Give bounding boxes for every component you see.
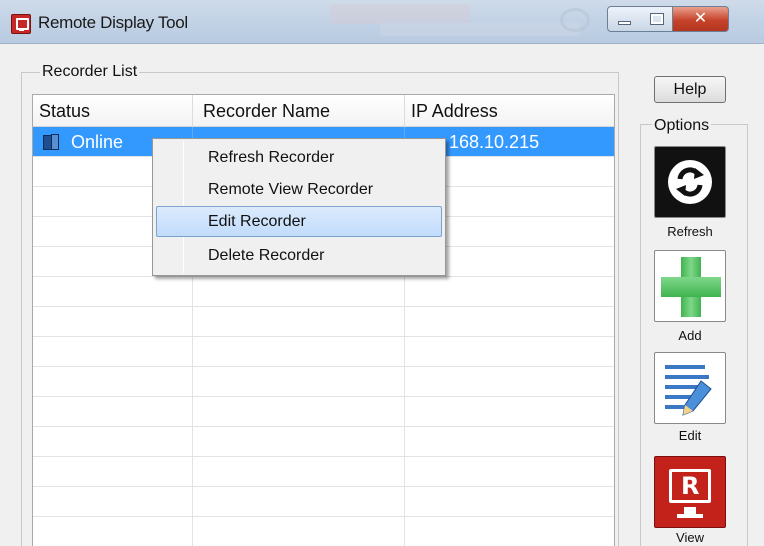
view-button[interactable]: R bbox=[654, 456, 726, 528]
recorder-device-icon bbox=[43, 134, 61, 151]
empty-row bbox=[33, 397, 614, 427]
menu-item-refresh-recorder[interactable]: Refresh Recorder bbox=[156, 142, 442, 173]
pencil-icon bbox=[682, 380, 712, 416]
menu-item-delete-recorder[interactable]: Delete Recorder bbox=[156, 240, 442, 271]
maximize-button[interactable] bbox=[640, 6, 673, 32]
status-text: Online bbox=[71, 132, 124, 152]
help-button[interactable]: Help bbox=[654, 76, 726, 103]
remote-view-icon: R bbox=[669, 469, 711, 503]
refresh-button[interactable] bbox=[654, 146, 726, 218]
empty-row bbox=[33, 517, 614, 546]
empty-row bbox=[33, 307, 614, 337]
menu-item-edit-recorder[interactable]: Edit Recorder bbox=[156, 206, 442, 237]
edit-caption: Edit bbox=[678, 428, 702, 443]
empty-row bbox=[33, 427, 614, 457]
empty-row bbox=[33, 337, 614, 367]
title-bar[interactable]: Remote Display Tool ✕ bbox=[0, 0, 764, 44]
view-caption: View bbox=[676, 530, 704, 545]
maximize-icon bbox=[650, 13, 664, 25]
edit-button[interactable] bbox=[654, 352, 726, 424]
app-logo-icon bbox=[11, 14, 31, 34]
column-header-recorder-name[interactable]: Recorder Name bbox=[193, 95, 405, 127]
column-header-ip-address[interactable]: IP Address bbox=[405, 95, 614, 127]
empty-row bbox=[33, 367, 614, 397]
close-icon: ✕ bbox=[693, 10, 708, 27]
empty-row bbox=[33, 277, 614, 307]
add-button[interactable] bbox=[654, 250, 726, 322]
close-button[interactable]: ✕ bbox=[673, 6, 729, 32]
background-window-blur bbox=[380, 22, 580, 36]
recorder-list-label: Recorder List bbox=[40, 63, 140, 81]
add-caption: Add bbox=[678, 328, 702, 343]
context-menu: Refresh Recorder Remote View Recorder Ed… bbox=[152, 138, 446, 276]
window-title: Remote Display Tool bbox=[38, 13, 188, 32]
options-label: Options bbox=[652, 117, 712, 135]
background-window-blur bbox=[560, 8, 590, 32]
background-window-blur bbox=[330, 4, 470, 24]
empty-row bbox=[33, 457, 614, 487]
list-header: Status Recorder Name IP Address bbox=[33, 95, 614, 127]
column-header-status[interactable]: Status bbox=[33, 95, 193, 127]
menu-item-remote-view-recorder[interactable]: Remote View Recorder bbox=[156, 174, 442, 205]
minimize-button[interactable] bbox=[607, 6, 641, 32]
refresh-caption: Refresh bbox=[667, 224, 713, 239]
refresh-arrows-icon bbox=[676, 167, 704, 197]
empty-row bbox=[33, 487, 614, 517]
minimize-icon bbox=[618, 21, 631, 25]
